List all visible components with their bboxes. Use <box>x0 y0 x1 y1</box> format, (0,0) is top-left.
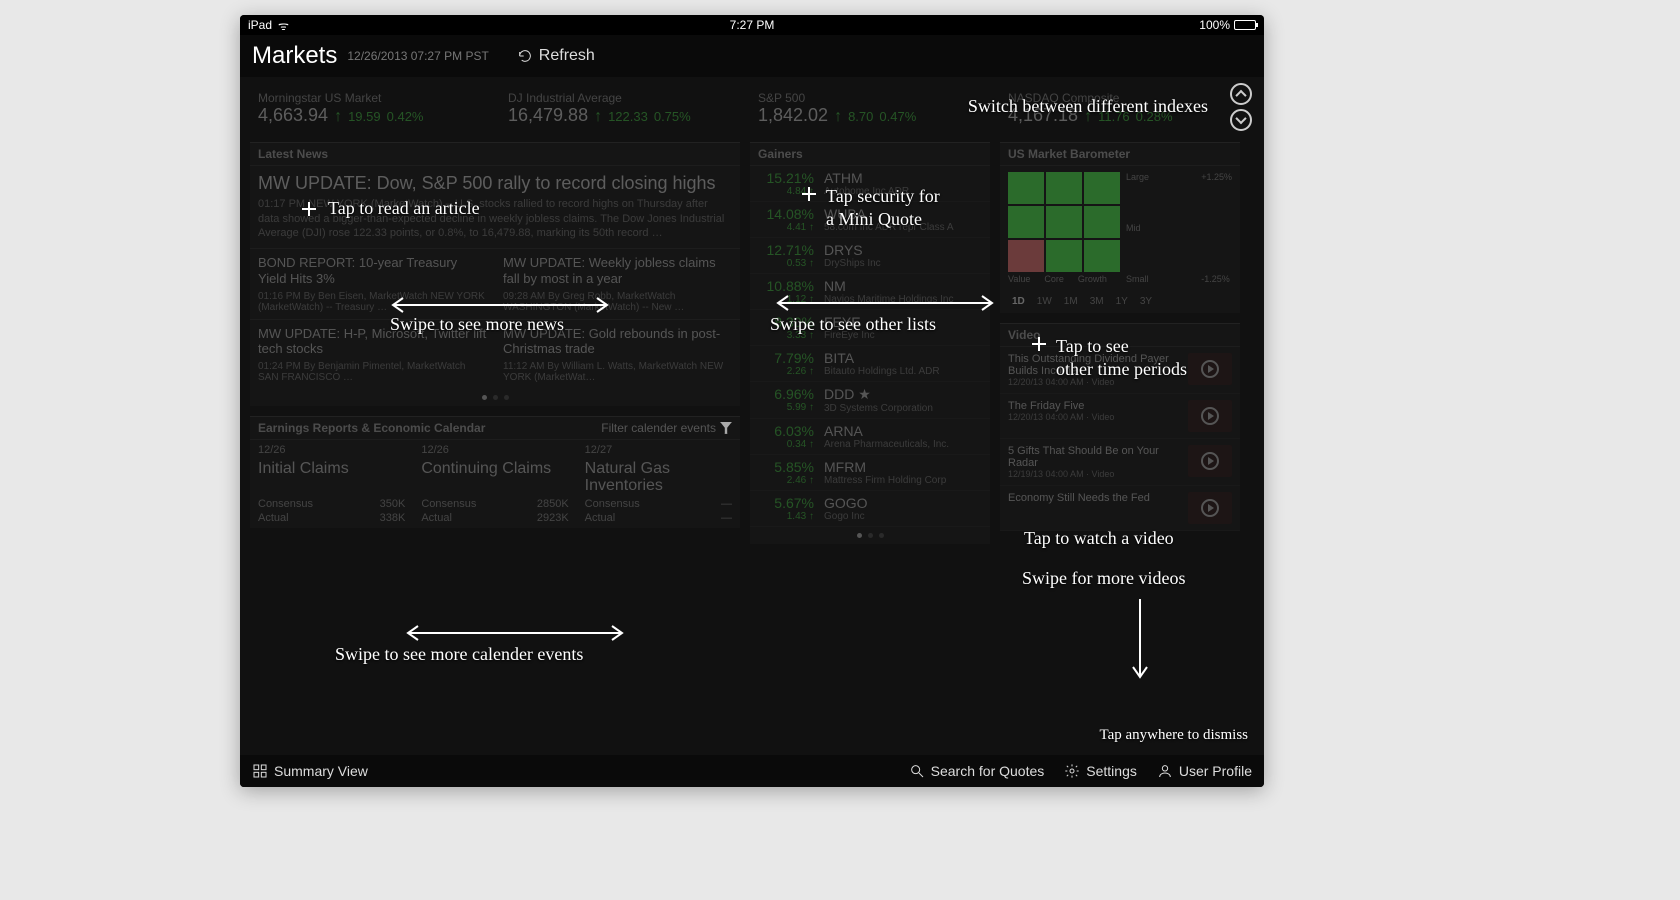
clock: 7:27 PM <box>730 18 775 32</box>
news-item[interactable]: MW UPDATE: H-P, Microsoft, Twitter lift … <box>250 319 495 389</box>
video-header: Video <box>1008 328 1040 342</box>
ipad-frame: iPad ᯤ 7:27 PM 100% Markets 12/26/2013 0… <box>240 15 1264 787</box>
chevron-down-icon[interactable] <box>1230 109 1252 131</box>
video-item[interactable]: This Outstanding Dividend Payer Builds I… <box>1000 347 1240 394</box>
search-icon <box>909 763 925 779</box>
calendar-event[interactable]: 12/26 Continuing Claims Consensus2850K A… <box>413 440 576 528</box>
filter-events-button[interactable]: Filter calender events <box>601 421 732 435</box>
news-main-article[interactable]: MW UPDATE: Dow, S&P 500 rally to record … <box>250 166 740 248</box>
gainer-row[interactable]: 6.96%5.99 ↑DDD ★3D Systems Corporation <box>750 382 990 419</box>
arrow-down-icon <box>1130 595 1150 685</box>
time-1d[interactable]: 1D <box>1008 294 1029 309</box>
gainer-row[interactable]: 14.08%4.41 ↑WUBA58.com Inc ADR repr Clas… <box>750 202 990 238</box>
calendar-event[interactable]: 12/27 Natural Gas Inventories Consensus—… <box>577 440 740 528</box>
arrow-lr-icon <box>770 293 1000 313</box>
play-icon <box>1201 360 1219 378</box>
page-title: Markets <box>252 42 337 70</box>
status-bar: iPad ᯤ 7:27 PM 100% <box>240 15 1264 35</box>
index-strip[interactable]: Morningstar US Market 4,663.94↑19.590.42… <box>250 87 1254 136</box>
device-label: iPad <box>248 18 272 32</box>
funnel-icon <box>720 422 732 434</box>
gainers-pager[interactable] <box>750 527 990 544</box>
wifi-icon: ᯤ <box>278 17 289 34</box>
index-nasdaq[interactable]: NASDAQ Composite 4,167.18↑11.760.28% <box>1008 91 1246 126</box>
refresh-button[interactable]: Refresh <box>517 47 595 65</box>
gainer-row[interactable]: 7.79%2.26 ↑BITABitauto Holdings Ltd. ADR <box>750 346 990 382</box>
battery-icon <box>1234 20 1256 30</box>
play-icon <box>1201 452 1219 470</box>
time-period-tabs[interactable]: 1D 1W 1M 3M 1Y 3Y <box>1000 290 1240 313</box>
battery-percent: 100% <box>1199 18 1230 32</box>
video-item[interactable]: Economy Still Needs the Fed <box>1000 486 1240 531</box>
index-morningstar[interactable]: Morningstar US Market 4,663.94↑19.590.42… <box>258 91 496 126</box>
time-1y[interactable]: 1Y <box>1112 294 1132 309</box>
gainer-row[interactable]: 5.85%2.46 ↑MFRMMattress Firm Holding Cor… <box>750 455 990 491</box>
index-djia[interactable]: DJ Industrial Average 16,479.88↑122.330.… <box>508 91 746 126</box>
news-header: Latest News <box>258 147 328 161</box>
news-item[interactable]: MW UPDATE: Gold rebounds in post-Christm… <box>495 319 740 389</box>
barometer-panel: US Market Barometer Value Co <box>1000 142 1240 313</box>
arrow-lr-icon <box>385 295 615 315</box>
news-pager[interactable] <box>250 389 740 406</box>
time-1w[interactable]: 1W <box>1033 294 1056 309</box>
calendar-panel: Earnings Reports & Economic Calendar Fil… <box>250 416 740 528</box>
video-item[interactable]: The Friday Five12/20/13 04:00 AM · Video <box>1000 394 1240 439</box>
time-3y[interactable]: 3Y <box>1136 294 1156 309</box>
play-icon <box>1201 407 1219 425</box>
index-sp500[interactable]: S&P 500 1,842.02↑8.700.47% <box>758 91 996 126</box>
gainer-row[interactable]: 6.03%0.34 ↑ARNAArena Pharmaceuticals, In… <box>750 419 990 455</box>
video-item[interactable]: 5 Gifts That Should Be on Your Radar12/1… <box>1000 439 1240 486</box>
play-icon <box>1201 499 1219 517</box>
toolbar: Markets 12/26/2013 07:27 PM PST Refresh <box>240 35 1264 77</box>
time-1m[interactable]: 1M <box>1060 294 1082 309</box>
chevron-up-icon[interactable] <box>1230 83 1252 105</box>
gainers-header: Gainers <box>758 147 803 161</box>
page-timestamp: 12/26/2013 07:27 PM PST <box>347 49 488 63</box>
summary-view-button[interactable]: Summary View <box>252 763 368 779</box>
gear-icon <box>1064 763 1080 779</box>
user-profile-button[interactable]: User Profile <box>1157 763 1252 779</box>
gainer-row[interactable]: 5.67%1.43 ↑GOGOGogo Inc <box>750 491 990 527</box>
news-panel: Latest News MW UPDATE: Dow, S&P 500 rall… <box>250 142 740 406</box>
gainer-row[interactable]: 12.71%0.53 ↑DRYSDryShips Inc <box>750 238 990 274</box>
refresh-icon <box>517 48 533 64</box>
gainer-row[interactable]: 8.30%3.33 ↑FEYEFireEye Inc <box>750 310 990 346</box>
user-icon <box>1157 763 1173 779</box>
time-3m[interactable]: 3M <box>1086 294 1108 309</box>
calendar-header: Earnings Reports & Economic Calendar <box>258 421 485 435</box>
content: Morningstar US Market 4,663.94↑19.590.42… <box>240 77 1264 755</box>
barometer-grid[interactable] <box>1008 172 1120 272</box>
bottom-bar: Summary View Search for Quotes Settings … <box>240 755 1264 787</box>
search-quotes-button[interactable]: Search for Quotes <box>909 763 1045 779</box>
grid-icon <box>252 763 268 779</box>
gainer-row[interactable]: 15.21%4.84 ↑ATHMAutohome Inc ADR <box>750 166 990 202</box>
calendar-event[interactable]: 12/26 Initial Claims Consensus350K Actua… <box>250 440 413 528</box>
refresh-label: Refresh <box>539 47 595 65</box>
video-panel: Video This Outstanding Dividend Payer Bu… <box>1000 323 1240 531</box>
app-root[interactable]: Markets 12/26/2013 07:27 PM PST Refresh … <box>240 35 1264 787</box>
gainers-panel: Gainers 15.21%4.84 ↑ATHMAutohome Inc ADR… <box>750 142 990 544</box>
barometer-header: US Market Barometer <box>1008 147 1130 161</box>
settings-button[interactable]: Settings <box>1064 763 1137 779</box>
arrow-lr-icon <box>400 623 630 643</box>
